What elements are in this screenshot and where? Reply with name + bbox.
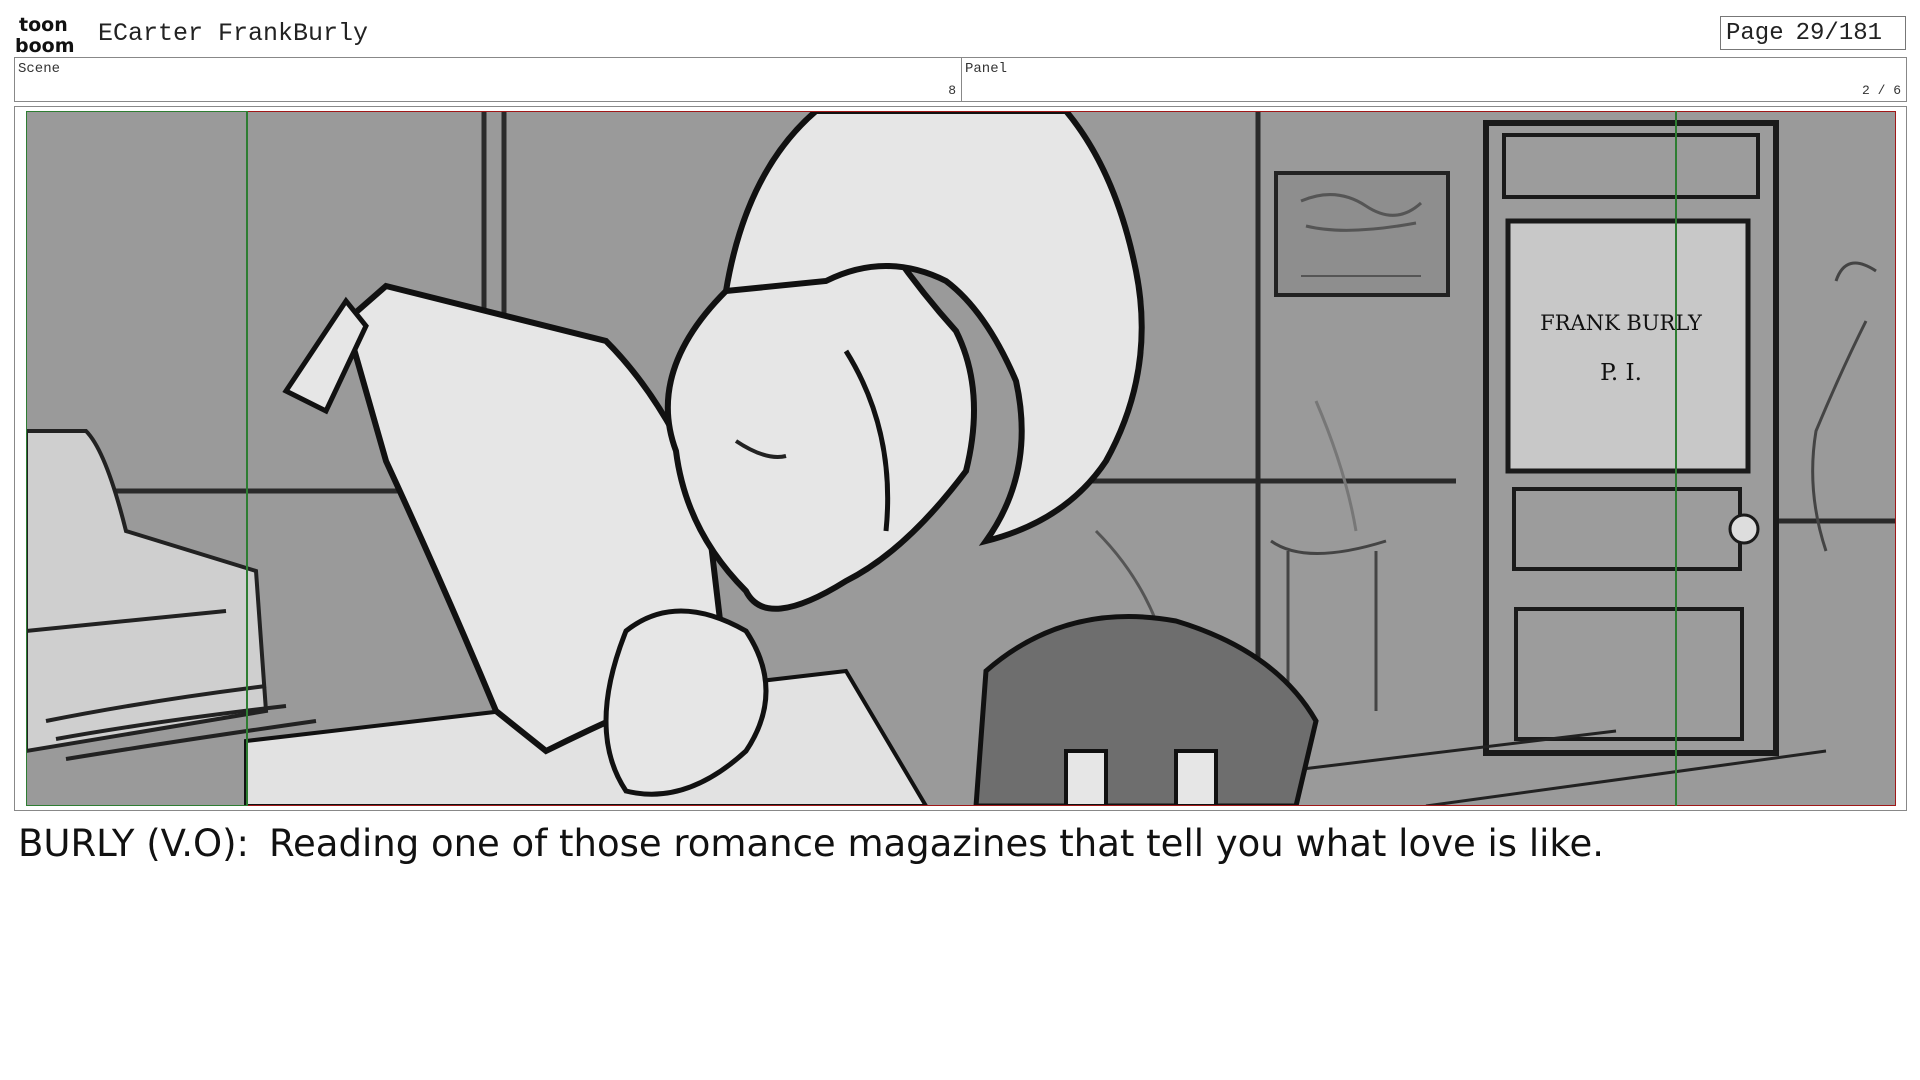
panel-cell: Panel 2 / 6: [962, 58, 1906, 101]
door-sign-title: P. I.: [1600, 360, 1642, 386]
door-sign-name: FRANK BURLY: [1540, 311, 1703, 335]
logo-text-top: toon: [19, 14, 68, 36]
panel-value: 2 / 6: [1861, 83, 1901, 98]
scene-panel-info: Scene 8 Panel 2 / 6: [14, 57, 1907, 102]
project-title: ECarter FrankBurly: [98, 19, 369, 48]
dialogue-caption: BURLY (V.O): Reading one of those romance…: [18, 822, 1604, 865]
panel-label: Panel: [965, 61, 1008, 77]
panel-frame: FRANK BURLY P. I.: [14, 106, 1907, 811]
page-indicator: Page 29/181: [1720, 16, 1906, 50]
scene-cell: Scene 8: [15, 58, 962, 101]
logo-text-bottom: boom: [15, 35, 75, 54]
wall-picture: [1274, 171, 1450, 297]
dialogue-text: Reading one of those romance magazines t…: [269, 822, 1605, 865]
scene-value: 8: [948, 83, 956, 98]
page-number: 29/181: [1795, 19, 1883, 47]
toon-boom-logo: toon boom: [15, 14, 75, 54]
dialogue-speaker: BURLY (V.O):: [18, 822, 249, 865]
page-label: Page: [1726, 19, 1784, 47]
office-door: FRANK BURLY P. I.: [1483, 120, 1779, 756]
scene-label: Scene: [18, 61, 61, 77]
storyboard-sketch: FRANK BURLY P. I.: [26, 111, 1896, 806]
